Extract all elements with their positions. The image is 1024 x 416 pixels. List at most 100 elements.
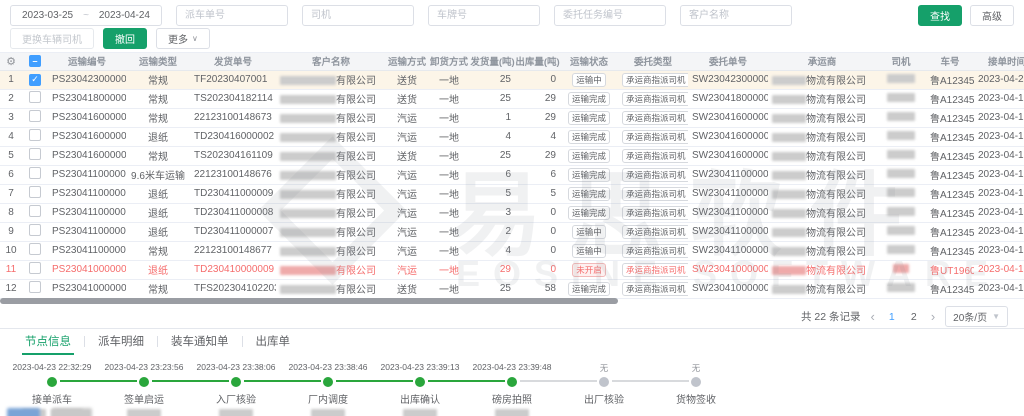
table-row[interactable]: 4PS230416000006退纸TD230416000002有限公司汽运一地4… bbox=[0, 127, 1024, 146]
row-checkbox[interactable] bbox=[29, 224, 41, 236]
table-row[interactable]: 7PS230411000004退纸TD230411000009有限公司汽运一地5… bbox=[0, 184, 1024, 203]
table-row[interactable]: 1✓PS230423000002常规TF20230407001有限公司送货一地2… bbox=[0, 70, 1024, 89]
cell-transport-mode: 汽运 bbox=[386, 222, 428, 241]
row-checkbox[interactable] bbox=[29, 205, 41, 217]
tab-3[interactable]: 装车通知单 bbox=[158, 329, 242, 353]
driver-input[interactable] bbox=[302, 5, 414, 26]
tab-2[interactable]: 派车明细 bbox=[85, 329, 157, 353]
table-row[interactable]: 10PS230411000001常规22123100148677有限公司汽运一地… bbox=[0, 241, 1024, 260]
withdraw-button[interactable]: 撤回 bbox=[103, 28, 147, 49]
cell-driver bbox=[876, 70, 926, 89]
cell-checkbox: ✓ bbox=[22, 70, 48, 89]
page-size-select[interactable]: 20条/页 ▼ bbox=[945, 306, 1008, 327]
row-checkbox[interactable] bbox=[29, 243, 41, 255]
more-button[interactable]: 更多 ∨ bbox=[156, 28, 210, 49]
dispatch-no-input[interactable] bbox=[176, 5, 288, 26]
entrust-type-badge: 承运商指派司机 bbox=[622, 225, 688, 239]
timeline-node-detail bbox=[374, 409, 466, 416]
date-range-input[interactable]: 2023-03-25 ~ 2023-04-24 bbox=[10, 5, 162, 26]
carrier-suffix: 物流有限公司 bbox=[806, 228, 866, 239]
row-checkbox[interactable] bbox=[29, 110, 41, 122]
cell-carrier: 物流有限公司 bbox=[768, 89, 876, 108]
gear-icon[interactable]: ⚙ bbox=[6, 56, 16, 68]
col-header: 运输方式 bbox=[386, 53, 428, 70]
cell-transport-no: PS230416000007 bbox=[48, 108, 126, 127]
tab-1[interactable]: 节点信息 bbox=[12, 329, 84, 353]
entrust-type-badge: 承运商指派司机 bbox=[622, 73, 688, 87]
plate-input[interactable] bbox=[428, 5, 540, 26]
cell-transport-type: 常规 bbox=[126, 89, 190, 108]
cell-driver bbox=[876, 241, 926, 260]
entrust-type-badge: 承运商指派司机 bbox=[622, 168, 688, 182]
cell-transport-mode: 汽运 bbox=[386, 241, 428, 260]
cell-ship-no: TD230411000007 bbox=[190, 222, 276, 241]
next-page-icon[interactable]: › bbox=[931, 310, 935, 323]
table-row[interactable]: 9PS230411000002退纸TD230411000007有限公司汽运一地2… bbox=[0, 222, 1024, 241]
task-no-input[interactable] bbox=[554, 5, 666, 26]
entrust-type-badge: 承运商指派司机 bbox=[622, 149, 688, 163]
cell-ship-qty: 25 bbox=[470, 89, 515, 108]
cell-entrust-type: 承运商指派司机 bbox=[618, 108, 688, 127]
cell-out-qty: 29 bbox=[515, 108, 560, 127]
table-row[interactable]: 8PS230411000003退纸TD230411000008有限公司汽运一地3… bbox=[0, 203, 1024, 222]
total-records-label: 共 22 条记录 bbox=[801, 309, 861, 324]
cell-entrust-no: SW230416000009 bbox=[688, 108, 768, 127]
cell-ship-qty: 29 bbox=[470, 260, 515, 279]
table-row[interactable]: 11PS230410000006退纸TD230410000009有限公司汽运一地… bbox=[0, 260, 1024, 279]
row-checkbox[interactable] bbox=[29, 281, 41, 293]
redacted-customer-name bbox=[280, 76, 336, 85]
row-checkbox[interactable] bbox=[29, 167, 41, 179]
cell-unload-mode: 一地 bbox=[428, 127, 470, 146]
redacted-carrier-name bbox=[772, 190, 806, 199]
advanced-button[interactable]: 高级 bbox=[970, 5, 1014, 26]
table-row[interactable]: 12PS230410000004常规TFS202304102203有限公司送货一… bbox=[0, 279, 1024, 298]
tab-4[interactable]: 出库单 bbox=[243, 329, 304, 353]
customer-suffix: 有限公司 bbox=[336, 285, 376, 296]
change-vehicle-driver-button[interactable]: 更换车辆司机 bbox=[10, 28, 94, 49]
redacted-customer-name bbox=[280, 133, 336, 142]
page-number[interactable]: 1 bbox=[885, 311, 899, 323]
cell-receive-time: 2023-04-1 bbox=[974, 146, 1024, 165]
customer-input[interactable] bbox=[680, 5, 792, 26]
cell-customer: 有限公司 bbox=[276, 165, 386, 184]
search-button[interactable]: 查找 bbox=[918, 5, 962, 26]
transport-table-wrap: ⚙–运输编号运输类型发货单号客户名称运输方式卸货方式发货量(吨)出库量(吨)运输… bbox=[0, 52, 1024, 305]
redacted-gray-block bbox=[52, 408, 92, 416]
cell-transport-type: 退纸 bbox=[126, 260, 190, 279]
cell-checkbox bbox=[22, 146, 48, 165]
customer-suffix: 有限公司 bbox=[336, 171, 376, 182]
table-row[interactable]: 5PS230416000004常规TS202304161109有限公司送货一地2… bbox=[0, 146, 1024, 165]
row-checkbox[interactable] bbox=[29, 129, 41, 141]
table-row[interactable]: 2PS230418000001常规TS202304182114有限公司送货一地2… bbox=[0, 89, 1024, 108]
cell-transport-mode: 汽运 bbox=[386, 127, 428, 146]
table-row[interactable]: 6PS2304110000059.6米车运输22123100148676有限公司… bbox=[0, 165, 1024, 184]
row-checkbox[interactable] bbox=[29, 262, 41, 274]
cell-ship-qty: 25 bbox=[470, 70, 515, 89]
cell-carrier: 物流有限公司 bbox=[768, 203, 876, 222]
timeline-node-dot-icon bbox=[507, 377, 517, 387]
cell-unload-mode: 一地 bbox=[428, 203, 470, 222]
cell-entrust-no: SW230423000003 bbox=[688, 70, 768, 89]
col-header: 发货单号 bbox=[190, 53, 276, 70]
cell-ship-no: TD230411000008 bbox=[190, 203, 276, 222]
customer-suffix: 有限公司 bbox=[336, 209, 376, 220]
page-number[interactable]: 2 bbox=[907, 311, 921, 323]
prev-page-icon[interactable]: ‹ bbox=[870, 310, 874, 323]
cell-transport-no: PS230411000002 bbox=[48, 222, 126, 241]
timeline-node-dot-icon bbox=[139, 377, 149, 387]
row-checkbox[interactable] bbox=[29, 91, 41, 103]
col-header: 卸货方式 bbox=[428, 53, 470, 70]
select-all-checkbox[interactable]: – bbox=[29, 55, 41, 67]
cell-transport-no: PS230418000001 bbox=[48, 89, 126, 108]
cell-status: 运输中 bbox=[560, 70, 618, 89]
col-header: 委托类型 bbox=[618, 53, 688, 70]
table-row[interactable]: 3PS230416000007常规22123100148673有限公司汽运一地1… bbox=[0, 108, 1024, 127]
col-header: 承运商 bbox=[768, 53, 876, 70]
timeline-node-label: 货物签收 bbox=[650, 391, 742, 406]
row-checkbox[interactable] bbox=[29, 148, 41, 160]
row-checkbox[interactable]: ✓ bbox=[29, 74, 41, 86]
carrier-suffix: 物流有限公司 bbox=[806, 266, 866, 277]
cell-driver bbox=[876, 127, 926, 146]
horizontal-scrollbar[interactable] bbox=[0, 298, 618, 304]
row-checkbox[interactable] bbox=[29, 186, 41, 198]
